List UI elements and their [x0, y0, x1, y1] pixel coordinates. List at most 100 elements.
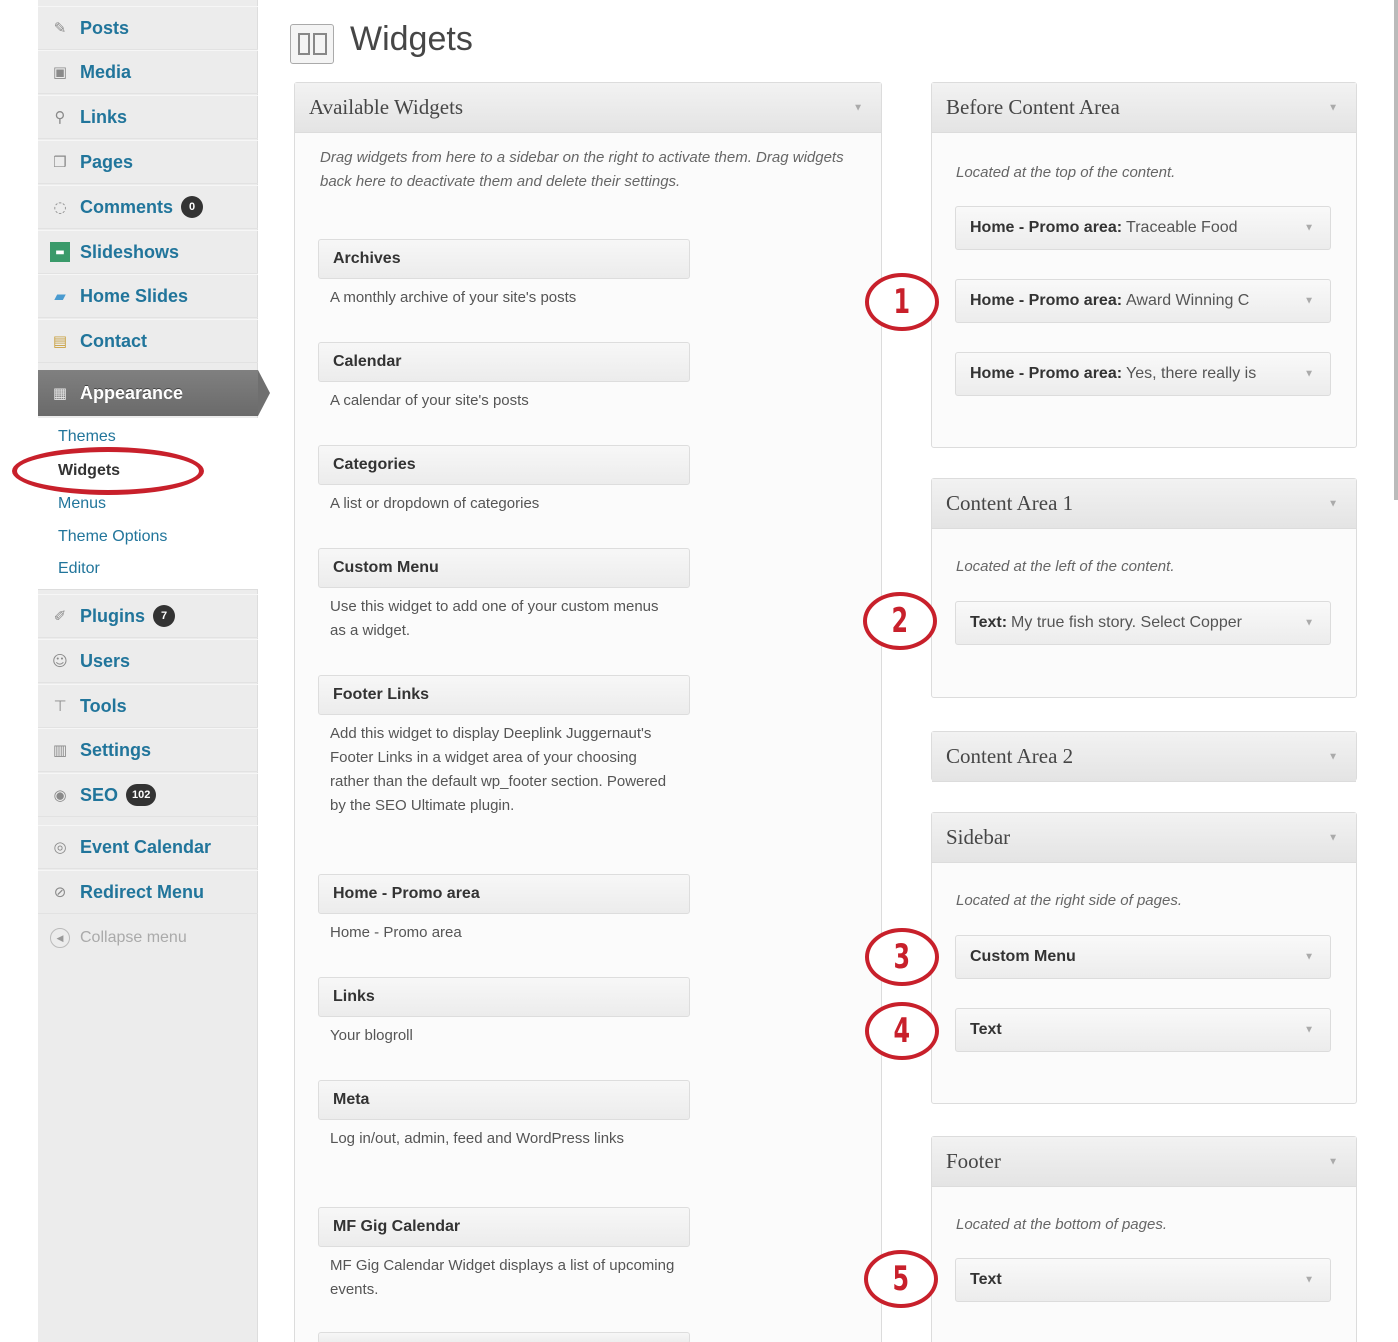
seo-icon: ◉ [53, 786, 67, 804]
menu-label: Media [80, 61, 132, 82]
chevron-down-icon[interactable]: ▼ [1304, 296, 1314, 307]
chevron-down-icon[interactable]: ▼ [1304, 223, 1314, 234]
chevron-down-icon[interactable]: ▼ [1328, 498, 1338, 509]
settings-icon: ▥ [52, 741, 68, 759]
widget-description: Home - Promo area [330, 924, 462, 941]
menu-plugins[interactable]: ✐ Plugins 7 [38, 594, 258, 638]
area-widget[interactable]: Home - Promo area: Award Winning C ▼ [955, 279, 1331, 323]
menu-appearance[interactable]: ▦ Appearance [38, 370, 258, 416]
chevron-down-icon[interactable]: ▼ [1328, 102, 1338, 113]
widget-type: Custom Menu [970, 948, 1076, 965]
menu-label: Redirect Menu [80, 881, 205, 902]
widget-value: Yes, there really is [1126, 365, 1257, 382]
widget-calendar[interactable]: Calendar [318, 342, 690, 382]
link-icon: ⚲ [54, 108, 66, 126]
widget-categories[interactable]: Categories [318, 445, 690, 485]
chevron-down-icon[interactable]: ▼ [1304, 1275, 1314, 1286]
content-area-2: Content Area 2 ▼ [931, 731, 1357, 782]
widget-description: A calendar of your site's posts [330, 392, 529, 409]
annotation-5: 5 [864, 1250, 938, 1308]
sidebar-area-header[interactable]: Sidebar ▼ [932, 813, 1356, 863]
widget-description: A list or dropdown of categories [330, 495, 540, 512]
menu-label: Appearance [80, 382, 184, 403]
available-widgets-header[interactable]: Available Widgets ▼ [295, 83, 881, 133]
menu-label: Comments [80, 196, 174, 217]
submenu-editor[interactable]: Editor [58, 560, 100, 578]
content-area-1-header[interactable]: Content Area 1 ▼ [932, 479, 1356, 529]
pin-icon: ✎ [53, 19, 67, 37]
appearance-icon: ▦ [52, 384, 68, 402]
widget-next-partial[interactable] [318, 1332, 690, 1342]
menu-comments[interactable]: ◌ Comments 0 [38, 185, 258, 229]
chevron-down-icon[interactable]: ▼ [1328, 751, 1338, 762]
chevron-down-icon[interactable]: ▼ [1304, 618, 1314, 629]
users-icon: ☺ [52, 652, 68, 670]
area-widget[interactable]: Home - Promo area: Yes, there really is … [955, 352, 1331, 396]
area-widget[interactable]: Text ▼ [955, 1008, 1331, 1052]
content-area-2-header[interactable]: Content Area 2 ▼ [932, 732, 1356, 782]
menu-label: Slideshows [80, 241, 180, 262]
widget-description: MF Gig Calendar Widget displays a list o… [330, 1257, 675, 1298]
before-content-area-header[interactable]: Before Content Area ▼ [932, 83, 1356, 133]
menu-settings[interactable]: ▥ Settings [38, 728, 258, 772]
menu-home-slides[interactable]: ▰ Home Slides [38, 274, 258, 318]
submenu-theme-options[interactable]: Theme Options [58, 528, 167, 546]
contact-icon: ▤ [52, 332, 68, 350]
area-widget[interactable]: Text: My true fish story. Select Copper … [955, 601, 1331, 645]
chevron-down-icon[interactable]: ▼ [1304, 952, 1314, 963]
widget-custom-menu[interactable]: Custom Menu [318, 548, 690, 588]
annotation-3: 3 [865, 928, 939, 986]
widget-mf-gig-calendar[interactable]: MF Gig Calendar [318, 1207, 690, 1247]
panel-title: Available Widgets [309, 95, 464, 119]
area-widget[interactable]: Custom Menu ▼ [955, 935, 1331, 979]
submenu-menus[interactable]: Menus [58, 495, 106, 513]
menu-posts[interactable]: ✎ Posts [38, 6, 258, 50]
footer-area: Footer ▼ Located at the bottom of pages. [931, 1136, 1357, 1342]
menu-users[interactable]: ☺ Users [38, 639, 258, 683]
menu-contact[interactable]: ▤ Contact [38, 319, 258, 363]
menu-links[interactable]: ⚲ Links [38, 95, 258, 139]
content-area-1: Content Area 1 ▼ Located at the left of … [931, 478, 1357, 698]
chevron-down-icon[interactable]: ▼ [1304, 1025, 1314, 1036]
area-title: Sidebar [946, 825, 1011, 849]
scrollbar[interactable] [1394, 0, 1398, 500]
widget-archives[interactable]: Archives [318, 239, 690, 279]
menu-label: Links [80, 106, 128, 127]
collapse-label: Collapse menu [80, 929, 187, 946]
widget-footer-links[interactable]: Footer Links [318, 675, 690, 715]
chevron-down-icon[interactable]: ▼ [1328, 832, 1338, 843]
widget-value: Award Winning C [1126, 292, 1250, 309]
area-widget[interactable]: Home - Promo area: Traceable Food ▼ [955, 206, 1331, 250]
chevron-down-icon[interactable]: ▼ [1304, 369, 1314, 380]
menu-pages[interactable]: ❒ Pages [38, 140, 258, 184]
chevron-down-icon[interactable]: ▼ [1328, 1156, 1338, 1167]
menu-label: Event Calendar [80, 836, 212, 857]
menu-event-calendar[interactable]: ◎ Event Calendar [38, 825, 258, 869]
available-widgets-description: Drag widgets from here to a sidebar on t… [320, 149, 844, 190]
menu-label: Users [80, 650, 131, 671]
footer-area-header[interactable]: Footer ▼ [932, 1137, 1356, 1187]
menu-media[interactable]: ▣ Media [38, 50, 258, 94]
area-title: Before Content Area [946, 95, 1120, 119]
calendar-icon: ◎ [53, 838, 67, 856]
widget-links[interactable]: Links [318, 977, 690, 1017]
chevron-down-icon[interactable]: ▼ [853, 102, 863, 113]
widget-home-promo-area[interactable]: Home - Promo area [318, 874, 690, 914]
plugins-count-badge: 7 [153, 605, 176, 627]
area-title: Footer [946, 1149, 1001, 1173]
area-description: Located at the left of the content. [956, 558, 1175, 575]
menu-slideshows[interactable]: ▬ Slideshows [38, 230, 258, 274]
widget-type: Home - Promo area: [970, 219, 1123, 236]
collapse-menu-button[interactable]: ◀ Collapse menu [50, 928, 187, 948]
widget-meta[interactable]: Meta [318, 1080, 690, 1120]
submenu-themes[interactable]: Themes [58, 428, 116, 446]
menu-redirect[interactable]: ⊘ Redirect Menu [38, 870, 258, 914]
menu-tools[interactable]: ⊤ Tools [38, 684, 258, 728]
area-widget[interactable]: Text ▼ [955, 1258, 1331, 1302]
comments-count-badge: 0 [181, 196, 204, 218]
menu-seo[interactable]: ◉ SEO 102 [38, 773, 258, 817]
admin-sidebar: ✎ Posts ▣ Media ⚲ Links ❒ Pages ◌ Commen… [38, 0, 270, 1342]
widget-description: A monthly archive of your site's posts [330, 289, 577, 306]
widget-description: Your blogroll [330, 1027, 413, 1044]
redirect-icon: ⊘ [53, 883, 67, 901]
